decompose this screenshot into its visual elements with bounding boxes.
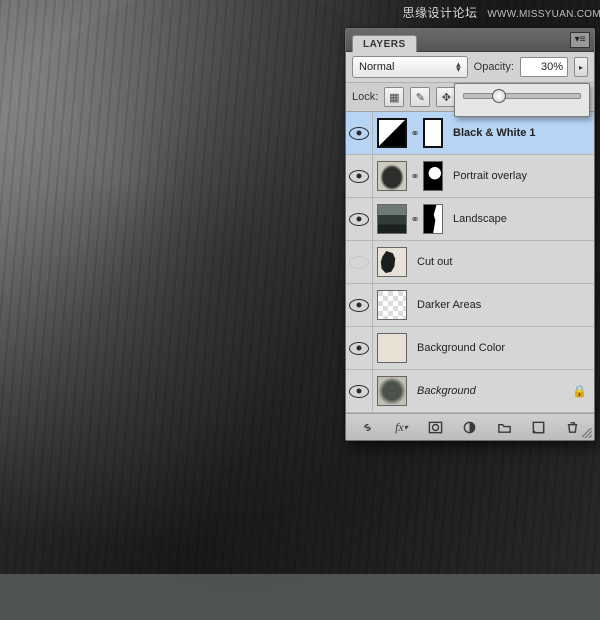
visibility-toggle[interactable] [346,370,373,412]
opacity-input[interactable]: 30% [520,57,568,77]
eye-off-icon [349,256,369,269]
delete-layer-button[interactable] [562,417,584,437]
blend-mode-select[interactable]: Normal ▴▾ [352,56,468,78]
link-icon: ⚭ [409,127,421,140]
new-adjustment-button[interactable] [459,417,481,437]
chevron-up-down-icon: ▴▾ [456,62,461,73]
eye-icon [349,385,369,398]
mask-thumb[interactable] [423,161,443,191]
adjustment-thumb[interactable] [377,118,407,148]
layer-name[interactable]: Background Color [411,342,594,354]
link-icon: ⚭ [409,170,421,183]
layer-thumb[interactable] [377,333,407,363]
add-mask-button[interactable] [425,417,447,437]
layer-thumbs [373,243,411,281]
layers-panel: LAYERS ▾≡ Normal ▴▾ Opacity: 30% ▸ Lock:… [345,28,595,441]
watermark-url: WWW.MISSYUAN.COM [487,9,600,20]
panel-menu-icon: ▾≡ [575,35,586,45]
eye-icon [349,127,369,140]
layer-thumbs: ⚭ [373,200,447,238]
watermark: 思缘设计论坛 WWW.MISSYUAN.COM [402,4,600,21]
layer-thumb[interactable] [377,376,407,406]
checker-icon: ▦ [389,91,399,104]
layer-row[interactable]: Background 🔒 [346,370,594,413]
layer-name[interactable]: Background [411,385,572,397]
panel-title: LAYERS [363,39,406,50]
layer-thumbs: ⚭ [373,114,447,152]
blend-mode-value: Normal [359,61,394,73]
link-icon: ⚭ [409,213,421,226]
link-layers-button[interactable] [356,417,378,437]
layer-row[interactable]: ⚭ Landscape [346,198,594,241]
chevron-right-icon: ▸ [579,63,583,72]
layer-thumbs: ⚭ [373,157,447,195]
layer-thumb[interactable] [377,204,407,234]
opacity-slider-track[interactable] [463,93,581,99]
panel-menu-button[interactable]: ▾≡ [570,32,590,48]
layer-row[interactable]: ⚭ Black & White 1 [346,112,594,155]
brush-icon: ✎ [416,91,425,104]
layer-name[interactable]: Cut out [411,256,594,268]
opacity-slider-thumb[interactable] [492,89,506,103]
layer-row[interactable]: ⚭ Portrait overlay [346,155,594,198]
layer-name[interactable]: Black & White 1 [447,127,594,139]
layer-thumbs [373,329,411,367]
layer-thumb[interactable] [377,247,407,277]
visibility-toggle[interactable] [346,155,373,197]
eye-icon [349,170,369,183]
new-group-button[interactable] [493,417,515,437]
visibility-toggle[interactable] [346,284,373,326]
mask-thumb[interactable] [423,118,443,148]
fx-button[interactable]: fx▾ [390,417,412,437]
eye-icon [349,342,369,355]
lock-pixels-button[interactable]: ✎ [410,87,430,107]
layer-name[interactable]: Landscape [447,213,594,225]
visibility-toggle[interactable] [346,112,373,154]
lock-indicator-icon: 🔒 [572,384,594,398]
opacity-slider-popover [454,83,590,117]
layer-row[interactable]: Darker Areas [346,284,594,327]
opacity-value: 30% [541,61,563,73]
watermark-text: 思缘设计论坛 [402,6,477,20]
blend-opacity-row: Normal ▴▾ Opacity: 30% ▸ [346,52,594,83]
layer-thumb[interactable] [377,161,407,191]
layer-row[interactable]: Cut out [346,241,594,284]
visibility-toggle[interactable] [346,241,373,283]
layer-thumbs [373,286,411,324]
panel-tab-layers[interactable]: LAYERS [352,35,417,52]
mask-thumb[interactable] [423,204,443,234]
resize-grip[interactable] [582,428,592,438]
panel-tabbar: LAYERS ▾≡ [346,29,594,52]
layer-list: ⚭ Black & White 1 ⚭ Portrait overlay ⚭ L [346,112,594,413]
panel-footer: fx▾ [346,413,594,440]
lock-transparency-button[interactable]: ▦ [384,87,404,107]
opacity-label: Opacity: [474,61,514,73]
opacity-flyout-button[interactable]: ▸ [574,57,588,77]
layer-name[interactable]: Portrait overlay [447,170,594,182]
visibility-toggle[interactable] [346,198,373,240]
layer-name[interactable]: Darker Areas [411,299,594,311]
move-icon: ✥ [442,91,451,104]
layer-thumb[interactable] [377,290,407,320]
eye-icon [349,299,369,312]
layer-thumbs [373,372,411,410]
layer-row[interactable]: Background Color [346,327,594,370]
new-layer-button[interactable] [528,417,550,437]
visibility-toggle[interactable] [346,327,373,369]
eye-icon [349,213,369,226]
lock-label: Lock: [352,91,378,103]
